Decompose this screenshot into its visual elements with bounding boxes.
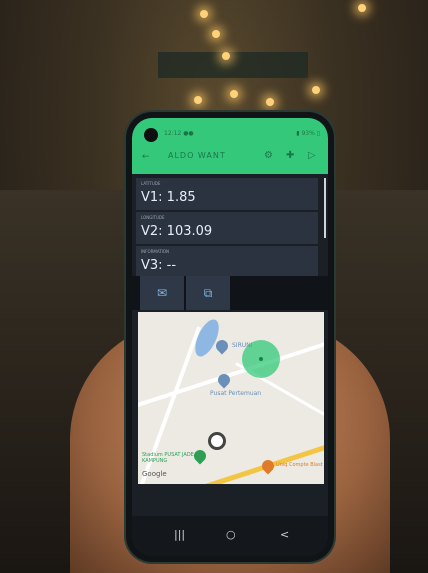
status-time: 12:12 ●● — [164, 130, 194, 137]
photo-scene: 12:12 ●● ▮ 93% ▯ ← ALDO WANT ⚙ ✚ ▷ LATIT… — [0, 0, 428, 573]
home-button[interactable]: ○ — [226, 528, 236, 541]
latitude-label: LATITUDE — [141, 181, 161, 186]
place-pin[interactable] — [213, 337, 231, 355]
google-logo: Google — [142, 470, 167, 478]
ceiling-sign — [158, 52, 308, 78]
settings-icon[interactable]: ⚙ — [264, 150, 273, 161]
back-button[interactable]: < — [280, 528, 289, 541]
map-widget[interactable]: SIRUNI Pusat Pertemuan Stadium PUSAT JAD… — [138, 312, 324, 484]
scrollbar[interactable] — [324, 178, 326, 238]
phone-screen: 12:12 ●● ▮ 93% ▯ ← ALDO WANT ⚙ ✚ ▷ LATIT… — [132, 118, 328, 556]
front-camera — [144, 128, 158, 142]
mail-icon[interactable]: ✉ — [140, 276, 184, 310]
add-icon[interactable]: ✚ — [286, 150, 294, 161]
longitude-display[interactable]: LONGITUDE V2: 103.09 — [136, 212, 318, 244]
latitude-display[interactable]: LATITUDE V1: 1.85 — [136, 178, 318, 210]
ceiling-light — [358, 4, 366, 12]
ceiling-light — [194, 96, 202, 104]
ceiling-light — [200, 10, 208, 18]
current-location-marker[interactable] — [208, 432, 226, 450]
recent-apps-button[interactable]: ||| — [174, 528, 185, 541]
location-dot — [259, 357, 263, 361]
phone: 12:12 ●● ▮ 93% ▯ ← ALDO WANT ⚙ ✚ ▷ LATIT… — [126, 112, 334, 562]
information-display[interactable]: INFORMATION V3: -- — [136, 246, 318, 278]
place-label: SIRUNI — [232, 342, 253, 349]
latitude-value: V1: 1.85 — [141, 190, 196, 205]
status-battery: ▮ 93% ▯ — [296, 130, 320, 137]
app-header: 12:12 ●● ▮ 93% ▯ ← ALDO WANT ⚙ ✚ ▷ — [132, 118, 328, 174]
ceiling-light — [212, 30, 220, 38]
ceiling-light — [222, 52, 230, 60]
place-pin[interactable] — [259, 457, 277, 475]
information-value: V3: -- — [141, 258, 177, 273]
ceiling-light — [312, 86, 320, 94]
ceiling-light — [266, 98, 274, 106]
place-label: Stadium PUSAT JADE KAMPUNG — [142, 452, 194, 464]
place-label: Pusat Pertemuan — [210, 390, 262, 397]
play-icon[interactable]: ▷ — [308, 150, 316, 161]
place-label: Uniq Compte Blast — [276, 462, 323, 468]
ceiling-light — [230, 90, 238, 98]
information-label: INFORMATION — [141, 249, 170, 254]
back-arrow-icon[interactable]: ← — [142, 152, 150, 162]
longitude-label: LONGITUDE — [141, 215, 165, 220]
app-title: ALDO WANT — [168, 151, 226, 160]
longitude-value: V2: 103.09 — [141, 224, 213, 239]
android-navbar: ||| ○ < — [132, 516, 328, 556]
map-tab-icon[interactable]: ⧉ — [186, 276, 230, 310]
tab-bar: ✉ ⧉ — [132, 276, 328, 310]
